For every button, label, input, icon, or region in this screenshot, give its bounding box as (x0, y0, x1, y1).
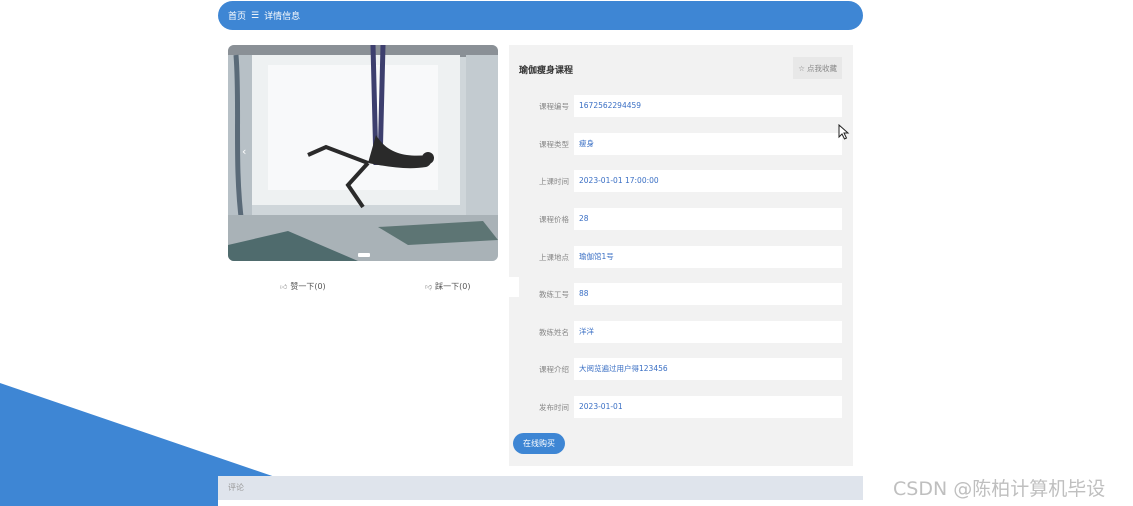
field-label: 上课时间 (539, 177, 569, 186)
menu-icon: ☰ (251, 10, 260, 21)
aerial-yoga-photo (228, 45, 498, 261)
field-value: 2023-01-01 17:00:00 (574, 170, 842, 192)
field-value: 洋洋 (574, 321, 842, 343)
like-button[interactable]: 👍︎ 赞一下(0) (280, 281, 326, 292)
dislike-button[interactable]: 👎︎ 踩一下(0) (425, 281, 470, 292)
field-row: 课程价格 28 (509, 208, 853, 230)
mouse-cursor-icon (838, 124, 850, 140)
field-row: 教练工号 88 (509, 283, 853, 305)
course-title: 瑜伽瘦身课程 (519, 66, 574, 76)
breadcrumb: 首页 ☰ 详情信息 (218, 1, 863, 30)
buy-online-button[interactable]: 在线购买 (513, 433, 565, 454)
breadcrumb-home-link[interactable]: 首页 (228, 9, 246, 22)
course-detail-panel: 瑜伽瘦身课程 ☆ 点我收藏 课程编号 1672562294459 课程类型 瘦身… (509, 45, 853, 466)
course-image-carousel[interactable]: ‹ (228, 45, 498, 261)
field-value: 88 (574, 283, 842, 305)
field-row: 上课地点 瑜伽馆1号 (509, 246, 853, 268)
favorite-button[interactable]: ☆ 点我收藏 (793, 57, 842, 79)
field-value: 瘦身 (574, 133, 842, 155)
carousel-prev-icon[interactable]: ‹ (242, 145, 246, 158)
field-row: 课程类型 瘦身 (509, 133, 853, 155)
field-label: 教练姓名 (539, 328, 569, 337)
field-label: 课程价格 (539, 215, 569, 224)
thumbs-up-icon: 👍︎ (280, 283, 288, 291)
field-row: 发布时间 2023-01-01 (509, 396, 853, 418)
field-value: 大阅览遍过用户得123456 (574, 358, 842, 380)
field-label: 课程编号 (539, 102, 569, 111)
field-value: 2023-01-01 (574, 396, 842, 418)
panel-notch (499, 277, 519, 297)
field-row: 上课时间 2023-01-01 17:00:00 (509, 170, 853, 192)
thumbs-down-icon: 👎︎ (425, 283, 433, 291)
field-label: 上课地点 (539, 253, 569, 262)
field-value: 28 (574, 208, 842, 230)
field-row: 课程介绍 大阅览遍过用户得123456 (509, 358, 853, 380)
dislike-label: 踩一下(0) (435, 282, 471, 291)
breadcrumb-current: 详情信息 (264, 12, 301, 22)
comment-section-header: 评论 (218, 476, 863, 500)
field-row: 教练姓名 洋洋 (509, 321, 853, 343)
field-value: 瑜伽馆1号 (574, 246, 842, 268)
field-label: 教练工号 (539, 290, 569, 299)
carousel-indicator[interactable] (358, 253, 370, 257)
watermark: CSDN @陈柏计算机毕设 (893, 478, 1106, 500)
field-label: 课程类型 (539, 140, 569, 149)
comment-section-body (218, 500, 863, 506)
field-row: 课程编号 1672562294459 (509, 95, 853, 117)
field-label: 课程介绍 (539, 365, 569, 374)
favorite-label: 点我收藏 (807, 63, 837, 73)
field-value: 1672562294459 (574, 95, 842, 117)
like-label: 赞一下(0) (290, 282, 326, 291)
field-label: 发布时间 (539, 403, 569, 412)
star-icon: ☆ (798, 63, 805, 73)
